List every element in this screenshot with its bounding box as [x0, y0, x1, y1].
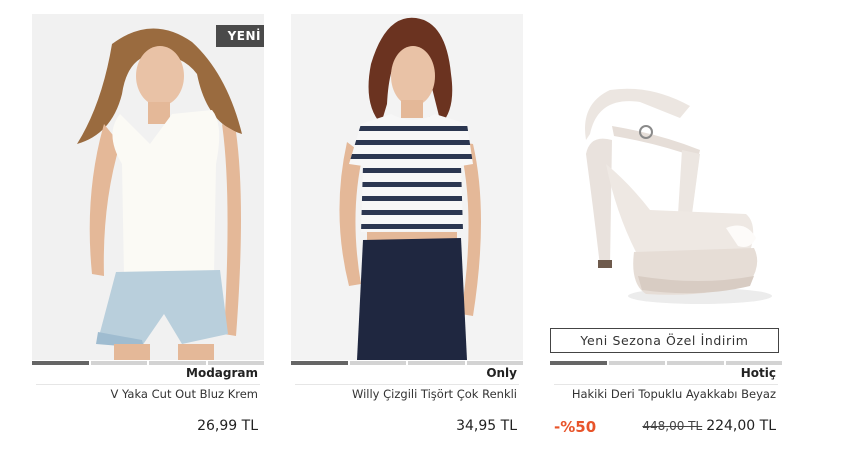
product-price: 26,99 TL — [197, 418, 258, 434]
slide-indicator[interactable] — [349, 361, 406, 365]
model-photo — [32, 14, 264, 360]
slide-indicator[interactable] — [466, 361, 523, 365]
slide-indicator[interactable] — [207, 361, 264, 365]
image-slider-indicator[interactable] — [291, 361, 523, 365]
product-name[interactable]: Willy Çizgili Tişört Çok Renkli — [352, 387, 517, 401]
slide-indicator[interactable] — [408, 361, 465, 365]
product-price: 34,95 TL — [456, 418, 517, 434]
product-price: 224,00 TL — [706, 418, 776, 434]
product-image[interactable]: YENİ — [32, 14, 264, 360]
slide-indicator[interactable] — [550, 361, 607, 365]
old-price: 448,00 TL — [642, 419, 703, 433]
divider — [36, 384, 260, 385]
product-card[interactable]: YENİ Modagram V Yaka Cut Out Bluz Krem 2… — [32, 14, 264, 454]
slide-indicator[interactable] — [90, 361, 147, 365]
image-slider-indicator[interactable] — [32, 361, 264, 365]
product-image[interactable]: Yeni Sezona Özel İndirim — [550, 14, 782, 360]
promo-label[interactable]: Yeni Sezona Özel İndirim — [550, 328, 779, 353]
slide-indicator[interactable] — [291, 361, 348, 365]
slide-indicator[interactable] — [725, 361, 782, 365]
product-brand[interactable]: Modagram — [186, 366, 258, 380]
product-name[interactable]: Hakiki Deri Topuklu Ayakkabı Beyaz — [572, 387, 776, 401]
product-price-group: 448,00 TL 224,00 TL — [642, 418, 776, 434]
product-brand[interactable]: Hotiç — [741, 366, 776, 380]
model-photo — [291, 14, 523, 360]
product-name[interactable]: V Yaka Cut Out Bluz Krem — [110, 387, 258, 401]
product-card[interactable]: Only Willy Çizgili Tişört Çok Renkli 34,… — [291, 14, 523, 454]
image-slider-indicator[interactable] — [550, 361, 782, 365]
slide-indicator[interactable] — [149, 361, 206, 365]
slide-indicator[interactable] — [32, 361, 89, 365]
product-card[interactable]: Yeni Sezona Özel İndirim Hotiç Hakiki De… — [550, 14, 782, 454]
divider — [295, 384, 519, 385]
product-image[interactable] — [291, 14, 523, 360]
divider — [554, 384, 778, 385]
product-brand[interactable]: Only — [486, 366, 517, 380]
shoe-photo — [550, 14, 782, 360]
new-badge: YENİ — [215, 25, 264, 47]
slide-indicator[interactable] — [608, 361, 665, 365]
slide-indicator[interactable] — [667, 361, 724, 365]
discount-badge: -%50 — [554, 418, 597, 436]
